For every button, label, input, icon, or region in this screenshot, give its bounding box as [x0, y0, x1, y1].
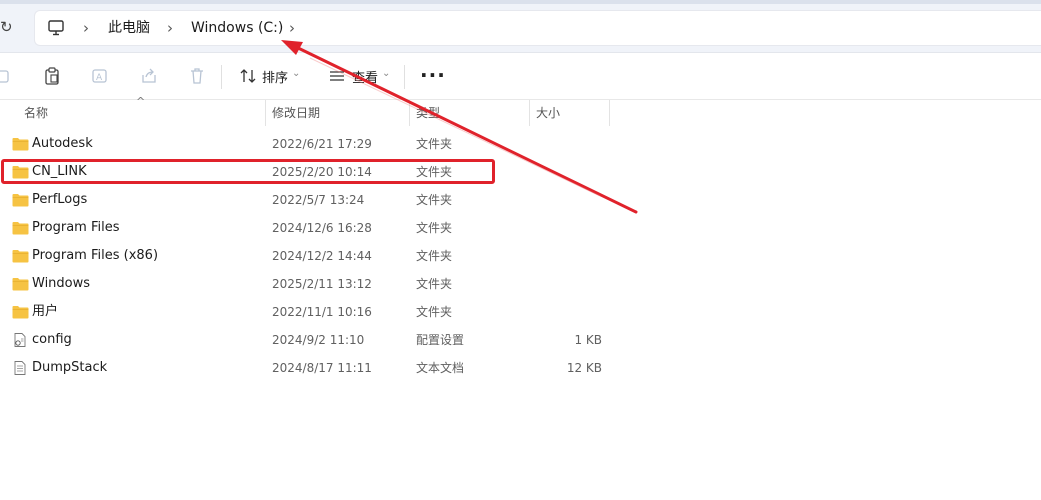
file-type: 文件夹: [416, 305, 453, 319]
breadcrumb-item-drive-c[interactable]: Windows (C:): [191, 11, 283, 45]
window-top-edge: [0, 0, 1041, 4]
file-row[interactable]: Autodesk 2022/6/21 17:29 文件夹: [0, 130, 1041, 158]
file-date: 2022/11/1 10:16: [272, 305, 372, 319]
file-name: Autodesk: [32, 136, 93, 151]
file-date: 2022/6/21 17:29: [272, 137, 372, 151]
file-type: 文件夹: [416, 277, 453, 291]
folder-icon: [12, 222, 29, 235]
annotation-highlight-box: [1, 159, 495, 184]
file-name: DumpStack: [32, 360, 108, 375]
file-row[interactable]: Windows 2025/2/11 13:12 文件夹: [0, 270, 1041, 298]
chevron-down-icon[interactable]: ⌄: [382, 68, 390, 79]
file-name: Program Files: [32, 220, 120, 235]
paste-icon[interactable]: [42, 66, 62, 86]
toolbar-divider: [221, 65, 222, 89]
file-row[interactable]: Program Files 2024/12/6 16:28 文件夹: [0, 214, 1041, 242]
folder-icon: [12, 306, 29, 319]
folder-icon: [12, 278, 29, 291]
column-divider[interactable]: [609, 100, 610, 126]
file-type: 文本文档: [416, 361, 465, 375]
computer-icon[interactable]: [47, 19, 65, 37]
column-header-size[interactable]: 大小: [536, 100, 560, 126]
config-file-icon: [14, 333, 26, 347]
more-options-icon[interactable]: ···: [420, 63, 446, 87]
chevron-right-icon[interactable]: ›: [289, 11, 295, 45]
file-date: 2025/2/11 13:12: [272, 277, 372, 291]
refresh-icon[interactable]: ↻: [0, 16, 16, 38]
file-date: 2024/12/2 14:44: [272, 249, 372, 263]
address-bar-area: ↻ › 此电脑 › Windows (C:) ›: [0, 0, 1041, 53]
column-header-date[interactable]: 修改日期: [272, 100, 320, 126]
file-row[interactable]: 用户 2022/11/1 10:16 文件夹: [0, 298, 1041, 326]
file-row[interactable]: PerfLogs 2022/5/7 13:24 文件夹: [0, 186, 1041, 214]
file-row[interactable]: Program Files (x86) 2024/12/2 14:44 文件夹: [0, 242, 1041, 270]
folder-icon: [12, 194, 29, 207]
share-icon[interactable]: [139, 66, 159, 86]
copy-icon[interactable]: [0, 66, 14, 86]
file-name: config: [32, 332, 72, 347]
file-type: 文件夹: [416, 193, 453, 207]
file-date: 2024/8/17 11:11: [272, 361, 372, 375]
rename-icon[interactable]: A: [90, 66, 110, 86]
file-name: PerfLogs: [32, 192, 88, 207]
chevron-right-icon[interactable]: ›: [83, 11, 89, 45]
file-row[interactable]: config 2024/9/2 11:10 配置设置 1 KB: [0, 326, 1041, 354]
view-button[interactable]: 查看: [352, 67, 378, 86]
file-row[interactable]: DumpStack 2024/8/17 11:11 文本文档 12 KB: [0, 354, 1041, 382]
folder-icon: [12, 250, 29, 263]
file-date: 2024/9/2 11:10: [272, 333, 365, 347]
file-type: 文件夹: [416, 221, 453, 235]
breadcrumb-item-this-pc[interactable]: 此电脑: [108, 11, 150, 45]
command-bar: A 排序 ⌄ 查看 ⌄ ···: [0, 53, 1041, 100]
file-type: 文件夹: [416, 137, 453, 151]
sort-icon[interactable]: [238, 66, 258, 86]
svg-text:A: A: [96, 73, 103, 83]
file-date: 2022/5/7 13:24: [272, 193, 365, 207]
file-size: 1 KB: [574, 333, 602, 347]
file-size: 12 KB: [566, 361, 602, 375]
file-type: 文件夹: [416, 249, 453, 263]
view-icon[interactable]: [328, 66, 348, 86]
text-file-icon: [14, 361, 26, 375]
file-date: 2024/12/6 16:28: [272, 221, 372, 235]
column-header-type[interactable]: 类型: [416, 100, 440, 126]
folder-icon: [12, 138, 29, 151]
file-name: Windows: [32, 276, 91, 291]
delete-icon[interactable]: [187, 66, 207, 86]
file-type: 配置设置: [416, 333, 465, 347]
toolbar-divider: [404, 65, 405, 89]
chevron-down-icon[interactable]: ⌄: [292, 68, 300, 79]
column-divider[interactable]: [265, 100, 266, 126]
column-divider[interactable]: [529, 100, 530, 126]
sort-button[interactable]: 排序: [262, 67, 288, 86]
file-name: 用户: [32, 304, 59, 319]
sort-ascending-icon: ^: [136, 95, 146, 108]
column-header-name[interactable]: 名称: [24, 100, 48, 126]
file-name: Program Files (x86): [32, 248, 159, 263]
breadcrumb[interactable]: › 此电脑 › Windows (C:) ›: [34, 10, 1041, 46]
column-divider[interactable]: [409, 100, 410, 126]
chevron-right-icon[interactable]: ›: [167, 11, 173, 45]
